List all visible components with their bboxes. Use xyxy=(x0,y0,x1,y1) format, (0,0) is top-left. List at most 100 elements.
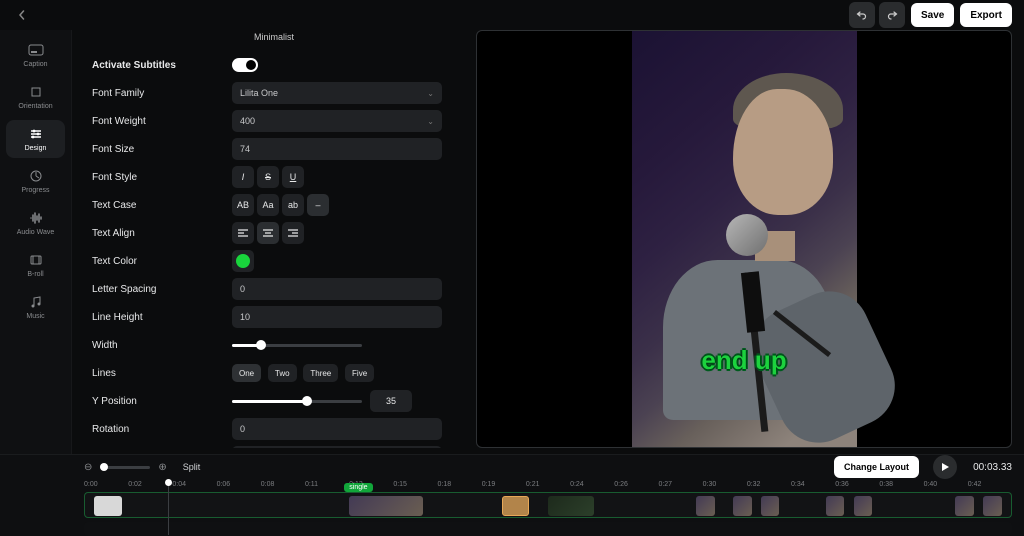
activate-subtitles-toggle[interactable] xyxy=(232,58,258,72)
clip[interactable] xyxy=(548,496,594,516)
playhead[interactable] xyxy=(168,481,169,535)
clip[interactable] xyxy=(854,496,873,516)
clip[interactable] xyxy=(502,496,530,516)
sidebar-item-label: B-roll xyxy=(27,271,43,278)
rotation-input[interactable] xyxy=(232,418,442,440)
lines-three[interactable]: Three xyxy=(303,364,338,382)
chevron-left-icon xyxy=(17,10,27,20)
broll-icon xyxy=(28,252,44,268)
text-color-picker[interactable] xyxy=(232,250,254,272)
row-rotation: Rotation xyxy=(92,416,456,442)
align-center-button[interactable] xyxy=(257,222,279,244)
caption-icon xyxy=(28,42,44,58)
design-panel: Minimalist Activate Subtitles Font Famil… xyxy=(84,30,464,448)
row-font-style: Font Style I S U xyxy=(92,164,456,190)
row-y-position: Y Position 35 xyxy=(92,388,456,414)
sidebar-item-orientation[interactable]: Orientation xyxy=(6,78,65,116)
row-text-color: Text Color xyxy=(92,248,456,274)
letter-spacing-input[interactable] xyxy=(232,278,442,300)
undo-button[interactable] xyxy=(849,2,875,28)
lowercase-button[interactable]: ab xyxy=(282,194,304,216)
font-weight-label: Font Weight xyxy=(92,116,232,127)
preset-name: Minimalist xyxy=(92,32,456,42)
zoom-out-icon[interactable]: ⊖ xyxy=(84,462,92,473)
align-right-button[interactable] xyxy=(282,222,304,244)
clip[interactable] xyxy=(761,496,780,516)
zoom-in-icon[interactable]: ⊕ xyxy=(158,462,166,473)
activate-subtitles-label: Activate Subtitles xyxy=(92,60,232,71)
video-track[interactable]: single xyxy=(84,492,1012,518)
sidebar-item-label: Orientation xyxy=(18,103,52,110)
lines-five[interactable]: Five xyxy=(345,364,374,382)
clip[interactable] xyxy=(94,496,122,516)
row-scale: Scale xyxy=(92,444,456,448)
scale-input[interactable] xyxy=(232,446,442,448)
track-badge: single xyxy=(344,483,372,492)
y-position-slider[interactable] xyxy=(232,400,362,403)
sidebar-item-audiowave[interactable]: Audio Wave xyxy=(6,204,65,242)
row-font-size: Font Size xyxy=(92,136,456,162)
change-layout-button[interactable]: Change Layout xyxy=(834,456,919,478)
text-align-label: Text Align xyxy=(92,228,232,239)
sidebar-item-label: Audio Wave xyxy=(17,229,54,236)
main: Caption Orientation Design Progress Audi… xyxy=(0,30,1024,454)
orientation-icon xyxy=(28,84,44,100)
zoom-slider[interactable] xyxy=(100,466,150,469)
sidebar-item-music[interactable]: Music xyxy=(6,288,65,326)
row-width: Width xyxy=(92,332,456,358)
redo-button[interactable] xyxy=(879,2,905,28)
row-letter-spacing: Letter Spacing xyxy=(92,276,456,302)
lines-one[interactable]: One xyxy=(232,364,261,382)
sidebar-item-design[interactable]: Design xyxy=(6,120,65,158)
strikethrough-button[interactable]: S xyxy=(257,166,279,188)
align-left-button[interactable] xyxy=(232,222,254,244)
underline-button[interactable]: U xyxy=(282,166,304,188)
clip[interactable] xyxy=(826,496,845,516)
timeline-ruler[interactable]: 0:000:020:040:060:080:110:130:150:180:19… xyxy=(84,481,1012,491)
row-lines: Lines One Two Three Five xyxy=(92,360,456,386)
clip[interactable] xyxy=(983,496,1002,516)
font-weight-select[interactable]: 400⌄ xyxy=(232,110,442,132)
sidebar-item-label: Music xyxy=(26,313,44,320)
audio-track[interactable] xyxy=(84,522,1012,536)
row-font-family: Font Family Lilita One⌄ xyxy=(92,80,456,106)
play-button[interactable] xyxy=(933,455,957,479)
video-preview[interactable]: end up xyxy=(476,30,1012,448)
line-height-input[interactable] xyxy=(232,306,442,328)
sidebar: Caption Orientation Design Progress Audi… xyxy=(0,30,72,454)
save-button[interactable]: Save xyxy=(911,3,954,27)
sidebar-item-broll[interactable]: B-roll xyxy=(6,246,65,284)
italic-button[interactable]: I xyxy=(232,166,254,188)
redo-icon xyxy=(886,9,898,21)
font-family-select[interactable]: Lilita One⌄ xyxy=(232,82,442,104)
sidebar-item-label: Caption xyxy=(23,61,47,68)
uppercase-button[interactable]: AB xyxy=(232,194,254,216)
nocase-button[interactable]: – xyxy=(307,194,329,216)
width-slider[interactable] xyxy=(232,344,362,347)
font-family-label: Font Family xyxy=(92,88,232,99)
design-icon xyxy=(28,126,44,142)
export-button[interactable]: Export xyxy=(960,3,1012,27)
line-height-label: Line Height xyxy=(92,312,232,323)
split-button[interactable]: Split xyxy=(175,460,209,474)
clip[interactable] xyxy=(733,496,752,516)
y-position-value: 35 xyxy=(370,390,412,412)
clip[interactable] xyxy=(696,496,715,516)
sidebar-item-caption[interactable]: Caption xyxy=(6,36,65,74)
timecode: 00:03.33 xyxy=(973,462,1012,473)
sidebar-item-progress[interactable]: Progress xyxy=(6,162,65,200)
font-size-input[interactable] xyxy=(232,138,442,160)
clip[interactable] xyxy=(955,496,974,516)
sidebar-item-label: Design xyxy=(25,145,47,152)
width-label: Width xyxy=(92,340,232,351)
titlecase-button[interactable]: Aa xyxy=(257,194,279,216)
progress-icon xyxy=(28,168,44,184)
back-button[interactable] xyxy=(12,5,32,25)
timeline: ⊖ ⊕ Split Change Layout 00:03.33 0:000:0… xyxy=(0,454,1024,536)
timeline-toolbar: ⊖ ⊕ Split Change Layout 00:03.33 xyxy=(84,455,1012,479)
subtitle-caption: end up xyxy=(701,345,786,376)
row-font-weight: Font Weight 400⌄ xyxy=(92,108,456,134)
letter-spacing-label: Letter Spacing xyxy=(92,284,232,295)
clip[interactable] xyxy=(349,496,423,516)
lines-two[interactable]: Two xyxy=(268,364,297,382)
